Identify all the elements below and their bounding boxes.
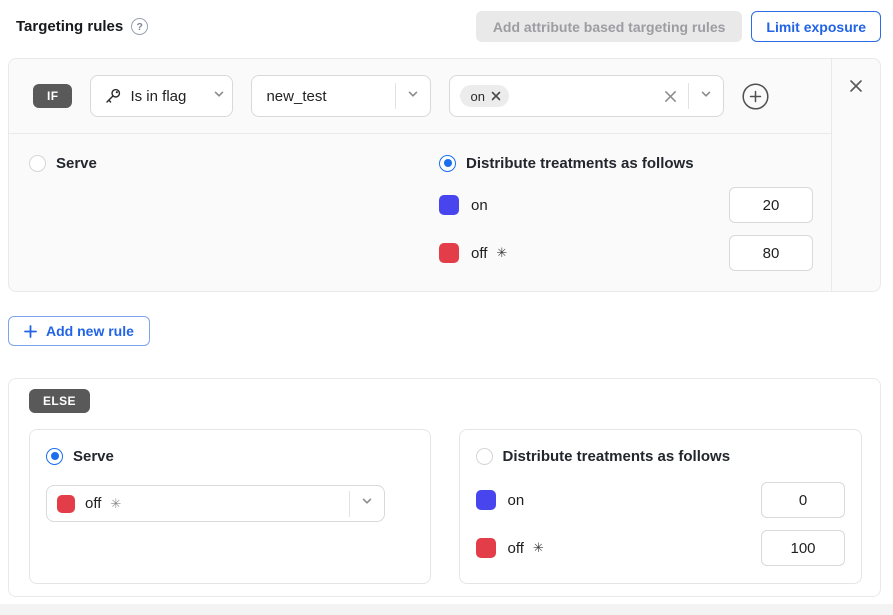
else-serve-panel: Serve off ✳ <box>29 429 431 584</box>
treatment-row-on: on <box>439 187 813 223</box>
default-treatment-icon: ✳ <box>110 496 121 512</box>
default-treatment-icon: ✳ <box>533 540 544 556</box>
flag-dropdown[interactable]: new_test <box>251 75 431 117</box>
else-serve-radio[interactable] <box>46 448 63 465</box>
distribute-label: Distribute treatments as follows <box>466 155 694 172</box>
else-rule-card: ELSE Serve off ✳ <box>8 378 881 597</box>
add-new-rule-button[interactable]: Add new rule <box>8 316 150 346</box>
add-attribute-rules-button[interactable]: Add attribute based targeting rules <box>476 11 743 42</box>
treatment-row-off: off ✳ <box>439 235 813 271</box>
divider <box>395 83 396 109</box>
treatment-name: on <box>471 197 488 214</box>
divider <box>349 491 350 517</box>
distribute-column: Distribute treatments as follows on off … <box>439 153 813 291</box>
treatment-name: on <box>508 492 525 509</box>
serve-radio[interactable] <box>29 155 46 172</box>
plus-icon <box>24 325 37 338</box>
chevron-down-icon <box>406 87 420 106</box>
rule-condition-row: IF Is in flag <box>9 59 831 134</box>
flag-value: new_test <box>266 88 326 105</box>
add-new-rule-label: Add new rule <box>46 323 134 339</box>
clear-selection-icon[interactable] <box>663 89 678 104</box>
else-distribute-option[interactable]: Distribute treatments as follows <box>476 446 846 466</box>
else-serve-option[interactable]: Serve <box>46 446 414 466</box>
treatment-off-swatch <box>476 538 496 558</box>
treatment-chip: on <box>460 85 508 107</box>
treatment-name: off <box>471 245 487 262</box>
else-serve-label: Serve <box>73 448 114 465</box>
if-badge: IF <box>33 84 72 108</box>
plus-circle-icon <box>742 83 769 110</box>
serve-option[interactable]: Serve <box>29 153 439 173</box>
treatment-row-on: on <box>476 482 846 518</box>
next-section-edge <box>0 604 893 615</box>
rule-main: IF Is in flag <box>9 59 831 291</box>
default-treatment-icon: ✳ <box>496 245 507 261</box>
else-panels: Serve off ✳ Distribute <box>29 429 862 584</box>
matcher-dropdown[interactable]: Is in flag <box>90 75 233 117</box>
divider <box>688 83 689 109</box>
treatment-on-swatch <box>439 195 459 215</box>
else-serve-treatment-dropdown[interactable]: off ✳ <box>46 485 385 522</box>
add-condition-button[interactable] <box>742 83 769 110</box>
targeting-rule-card: IF Is in flag <box>8 58 881 292</box>
treatment-row-off: off ✳ <box>476 530 846 566</box>
treatment-off-swatch <box>57 495 75 513</box>
treatment-percent-input[interactable] <box>761 530 845 566</box>
treatment-on-swatch <box>476 490 496 510</box>
close-icon <box>848 78 864 94</box>
header: Targeting rules ? Add attribute based ta… <box>0 0 893 42</box>
matcher-value: Is in flag <box>130 88 186 105</box>
delete-rule-button[interactable] <box>848 78 864 94</box>
page-title: Targeting rules <box>16 18 123 35</box>
treatment-name: off <box>85 495 101 512</box>
treatment-off-swatch <box>439 243 459 263</box>
serve-label: Serve <box>56 155 97 172</box>
treatments-multiselect[interactable]: on <box>449 75 724 117</box>
limit-exposure-button[interactable]: Limit exposure <box>751 11 881 42</box>
rule-side-bar <box>831 59 880 291</box>
treatment-percent-input[interactable] <box>761 482 845 518</box>
chevron-down-icon <box>212 87 226 106</box>
else-distribute-panel: Distribute treatments as follows on off … <box>459 429 863 584</box>
chevron-down-icon <box>699 87 713 106</box>
distribute-radio[interactable] <box>439 155 456 172</box>
treatment-name: off <box>508 540 524 557</box>
distribute-option[interactable]: Distribute treatments as follows <box>439 153 813 173</box>
chip-remove-icon[interactable] <box>491 91 501 101</box>
else-distribute-radio[interactable] <box>476 448 493 465</box>
else-badge: ELSE <box>29 389 90 413</box>
treatment-percent-input[interactable] <box>729 235 813 271</box>
else-distribute-label: Distribute treatments as follows <box>503 448 731 465</box>
targeting-rules-page: Targeting rules ? Add attribute based ta… <box>0 0 893 615</box>
rule-serve-section: Serve Distribute treatments as follows o… <box>9 134 831 291</box>
treatment-percent-input[interactable] <box>729 187 813 223</box>
serve-column: Serve <box>29 153 439 291</box>
help-icon[interactable]: ? <box>131 18 148 35</box>
chip-label: on <box>470 89 484 104</box>
flag-key-icon <box>103 87 122 106</box>
chevron-down-icon <box>360 494 374 513</box>
